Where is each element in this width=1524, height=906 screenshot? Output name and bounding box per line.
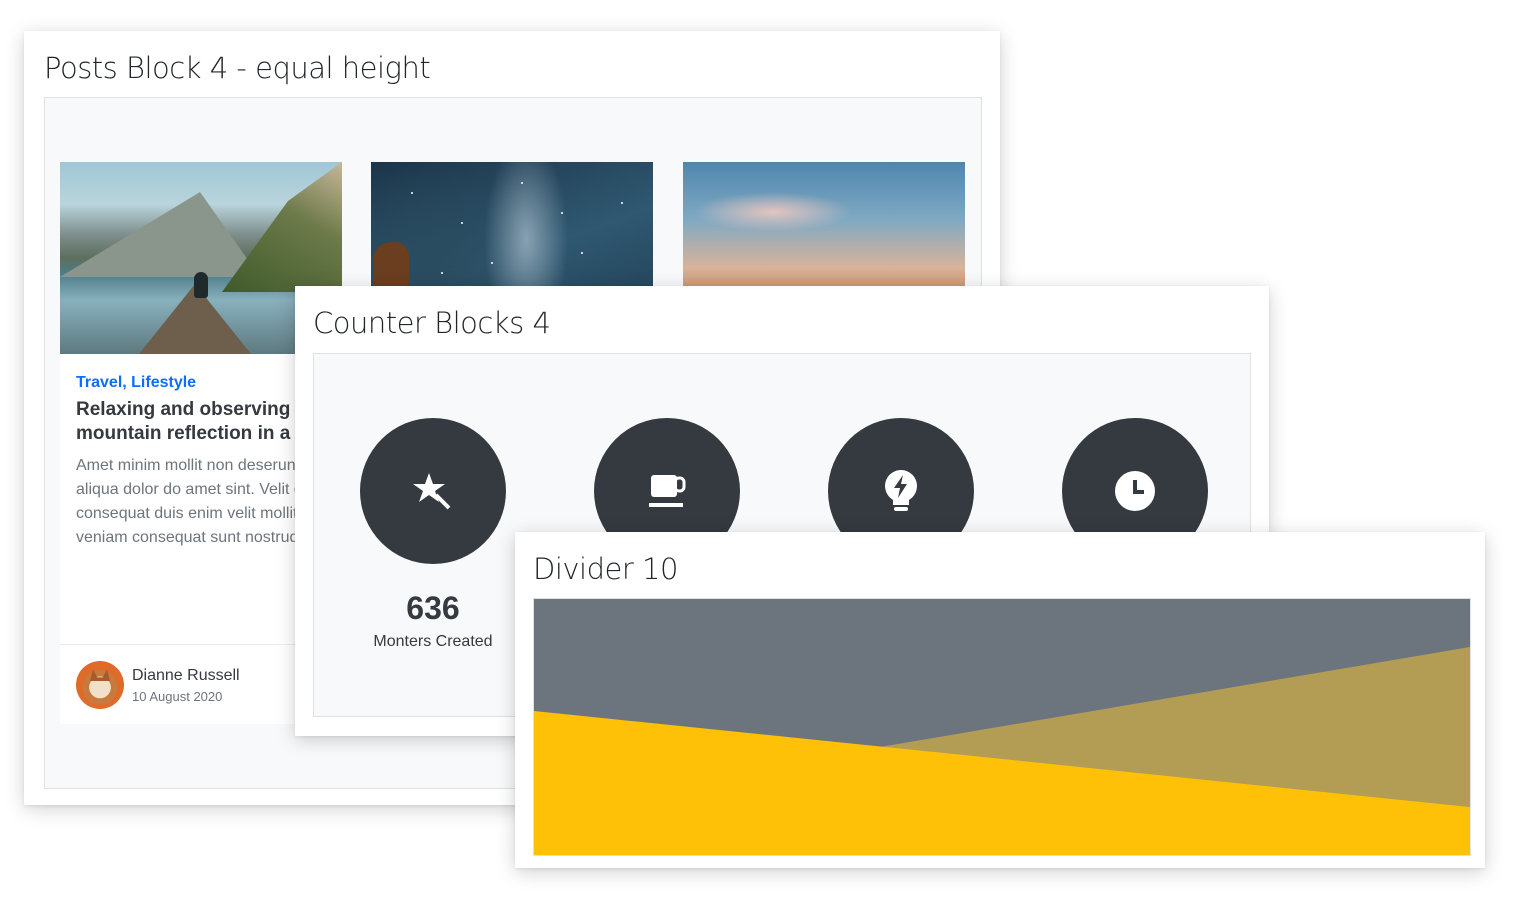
counter-label: Monters Created <box>373 633 493 650</box>
post-categories-link[interactable]: Travel, Lifestyle <box>76 374 196 392</box>
magic-wand-icon <box>413 473 451 510</box>
coffee-cup-icon <box>649 475 686 507</box>
divider-title: Divider 10 <box>533 552 678 586</box>
divider-card: Divider 10 <box>515 532 1485 868</box>
divider-preview <box>533 598 1471 856</box>
counter-icon-circle <box>360 418 506 564</box>
counter-item: 636 Monters Created <box>360 418 506 651</box>
author-avatar <box>76 661 124 709</box>
post-date: 10 August 2020 <box>132 689 223 704</box>
posts-block-title: Posts Block 4 - equal height <box>44 51 431 85</box>
divider-shape <box>534 647 1470 855</box>
counter-blocks-title: Counter Blocks 4 <box>313 306 551 340</box>
counter-value: 636 <box>406 590 460 626</box>
clock-icon <box>1115 471 1155 511</box>
author-name[interactable]: Dianne Russell <box>132 667 240 685</box>
lightbulb-icon <box>885 470 917 511</box>
